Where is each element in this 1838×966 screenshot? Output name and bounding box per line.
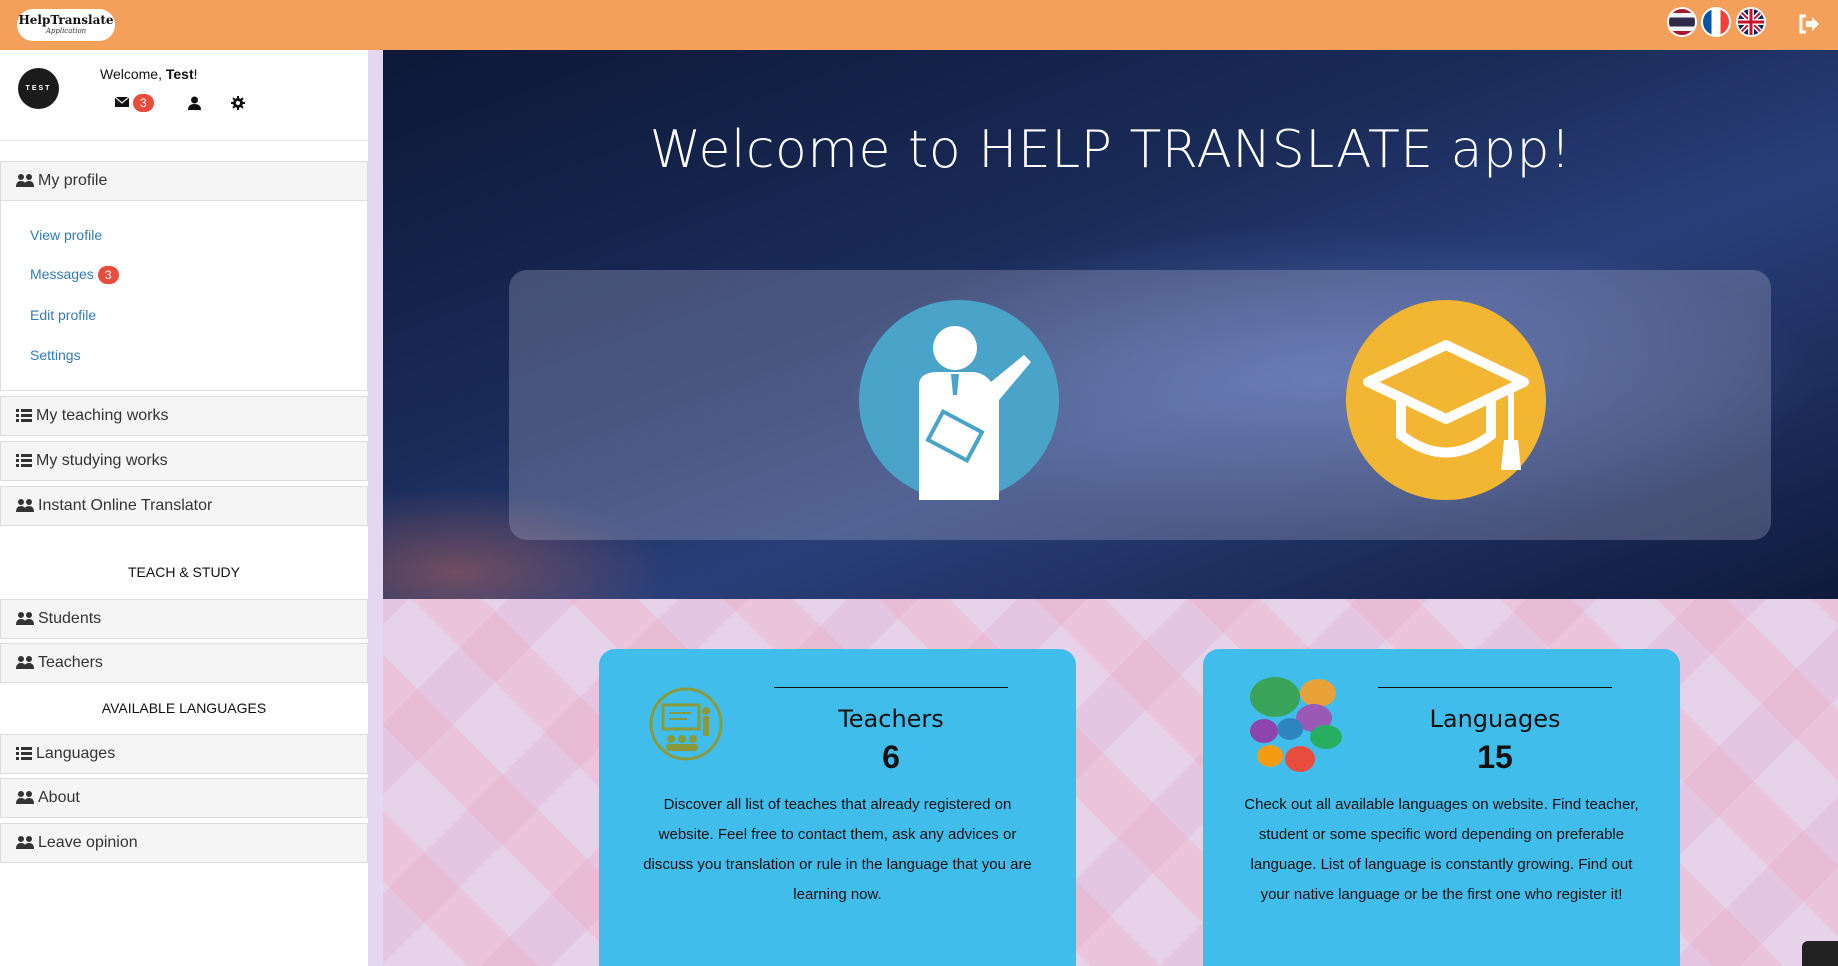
welcome-prefix: Welcome, (100, 66, 166, 82)
welcome-text: Welcome, Test! (100, 66, 198, 82)
app-logo[interactable]: HelpTranslate Application (17, 9, 115, 41)
users-icon (16, 791, 34, 804)
stats-section: Teachers 6 Discover all list of teaches … (383, 599, 1838, 966)
user-name: Test (165, 66, 194, 82)
graduation-cap-icon[interactable] (1346, 300, 1546, 500)
flag-uk-icon[interactable] (1736, 7, 1766, 37)
list-icon (16, 454, 32, 467)
teachers-count: 6 (882, 739, 900, 775)
messages-count-badge: 3 (97, 266, 119, 284)
list-icon (16, 409, 32, 422)
languages-count: 15 (1477, 739, 1513, 775)
teacher-icon[interactable] (859, 300, 1059, 500)
speech-bubbles-icon (1250, 677, 1342, 772)
top-navbar: HelpTranslate Application (0, 0, 1838, 50)
languages-card[interactable]: Languages 15 Check out all available lan… (1203, 649, 1680, 966)
teachers-card-title: Teachers (838, 705, 944, 733)
messages-link[interactable]: Messages 3 (30, 266, 119, 284)
hero-banner: Welcome to HELP TRANSLATE app! (383, 50, 1838, 599)
card-divider (774, 687, 1008, 688)
sidebar-item-label: Languages (36, 745, 116, 762)
messages-link-label: Messages (30, 266, 94, 282)
sidebar-item-label: My teaching works (36, 407, 169, 424)
user-icon[interactable] (188, 96, 201, 110)
sidebar-item-label: Instant Online Translator (38, 497, 213, 514)
sidebar-separator (0, 140, 368, 141)
sidebar-item-students[interactable]: Students (0, 599, 368, 639)
sidebar-item-label: Leave opinion (38, 834, 138, 851)
sidebar-item-teachers[interactable]: Teachers (0, 643, 368, 683)
teachers-card[interactable]: Teachers 6 Discover all list of teaches … (599, 649, 1076, 966)
users-icon (16, 174, 34, 187)
classroom-icon (649, 687, 723, 761)
sidebar-item-my-studying-works[interactable]: My studying works (0, 441, 368, 481)
sidebar-item-label: Teachers (38, 654, 103, 671)
teachers-card-text: Discover all list of teaches that alread… (643, 796, 1032, 903)
view-profile-link[interactable]: View profile (30, 227, 102, 243)
debug-toolbar-toggle[interactable] (1802, 941, 1838, 966)
sidebar-item-instant-translator[interactable]: Instant Online Translator (0, 486, 368, 526)
logo-title: HelpTranslate (18, 13, 114, 27)
hero-title: Welcome to HELP TRANSLATE app! (649, 120, 1572, 180)
sidebar-item-label: My profile (38, 172, 108, 189)
sidebar-item-label: Students (38, 610, 102, 627)
logo-subtitle: Application (45, 27, 87, 35)
sidebar-item-label: About (38, 789, 80, 806)
languages-card-text: Check out all available languages on web… (1244, 796, 1639, 903)
sidebar-item-my-profile[interactable]: My profile (0, 161, 368, 201)
card-divider (1378, 687, 1612, 688)
users-icon (16, 656, 34, 669)
sidebar-item-my-teaching-works[interactable]: My teaching works (0, 396, 368, 436)
gear-icon[interactable] (231, 96, 245, 110)
users-icon (16, 836, 34, 849)
welcome-suffix: ! (193, 66, 198, 82)
languages-card-title: Languages (1429, 705, 1561, 733)
sidebar-item-about[interactable]: About (0, 778, 368, 818)
users-icon (16, 499, 34, 512)
sidebar-item-label: My studying works (36, 452, 168, 469)
available-languages-heading: AVAILABLE LANGUAGES (101, 700, 267, 716)
messages-badge[interactable]: 3 (133, 94, 154, 112)
flag-france-icon[interactable] (1701, 7, 1731, 37)
sidebar-item-languages[interactable]: Languages (0, 734, 368, 774)
sidebar-item-leave-opinion[interactable]: Leave opinion (0, 823, 368, 863)
avatar[interactable]: TEST (18, 68, 59, 109)
edit-profile-link[interactable]: Edit profile (30, 307, 96, 323)
sidebar-gutter (368, 50, 383, 966)
teach-study-heading: TEACH & STUDY (127, 564, 240, 580)
users-icon (16, 612, 34, 625)
logout-icon[interactable] (1797, 12, 1821, 36)
flag-thailand-icon[interactable] (1667, 7, 1697, 37)
envelope-icon[interactable] (115, 97, 129, 107)
role-selection-panel (509, 270, 1771, 540)
settings-link[interactable]: Settings (30, 347, 81, 363)
list-icon (16, 747, 32, 760)
